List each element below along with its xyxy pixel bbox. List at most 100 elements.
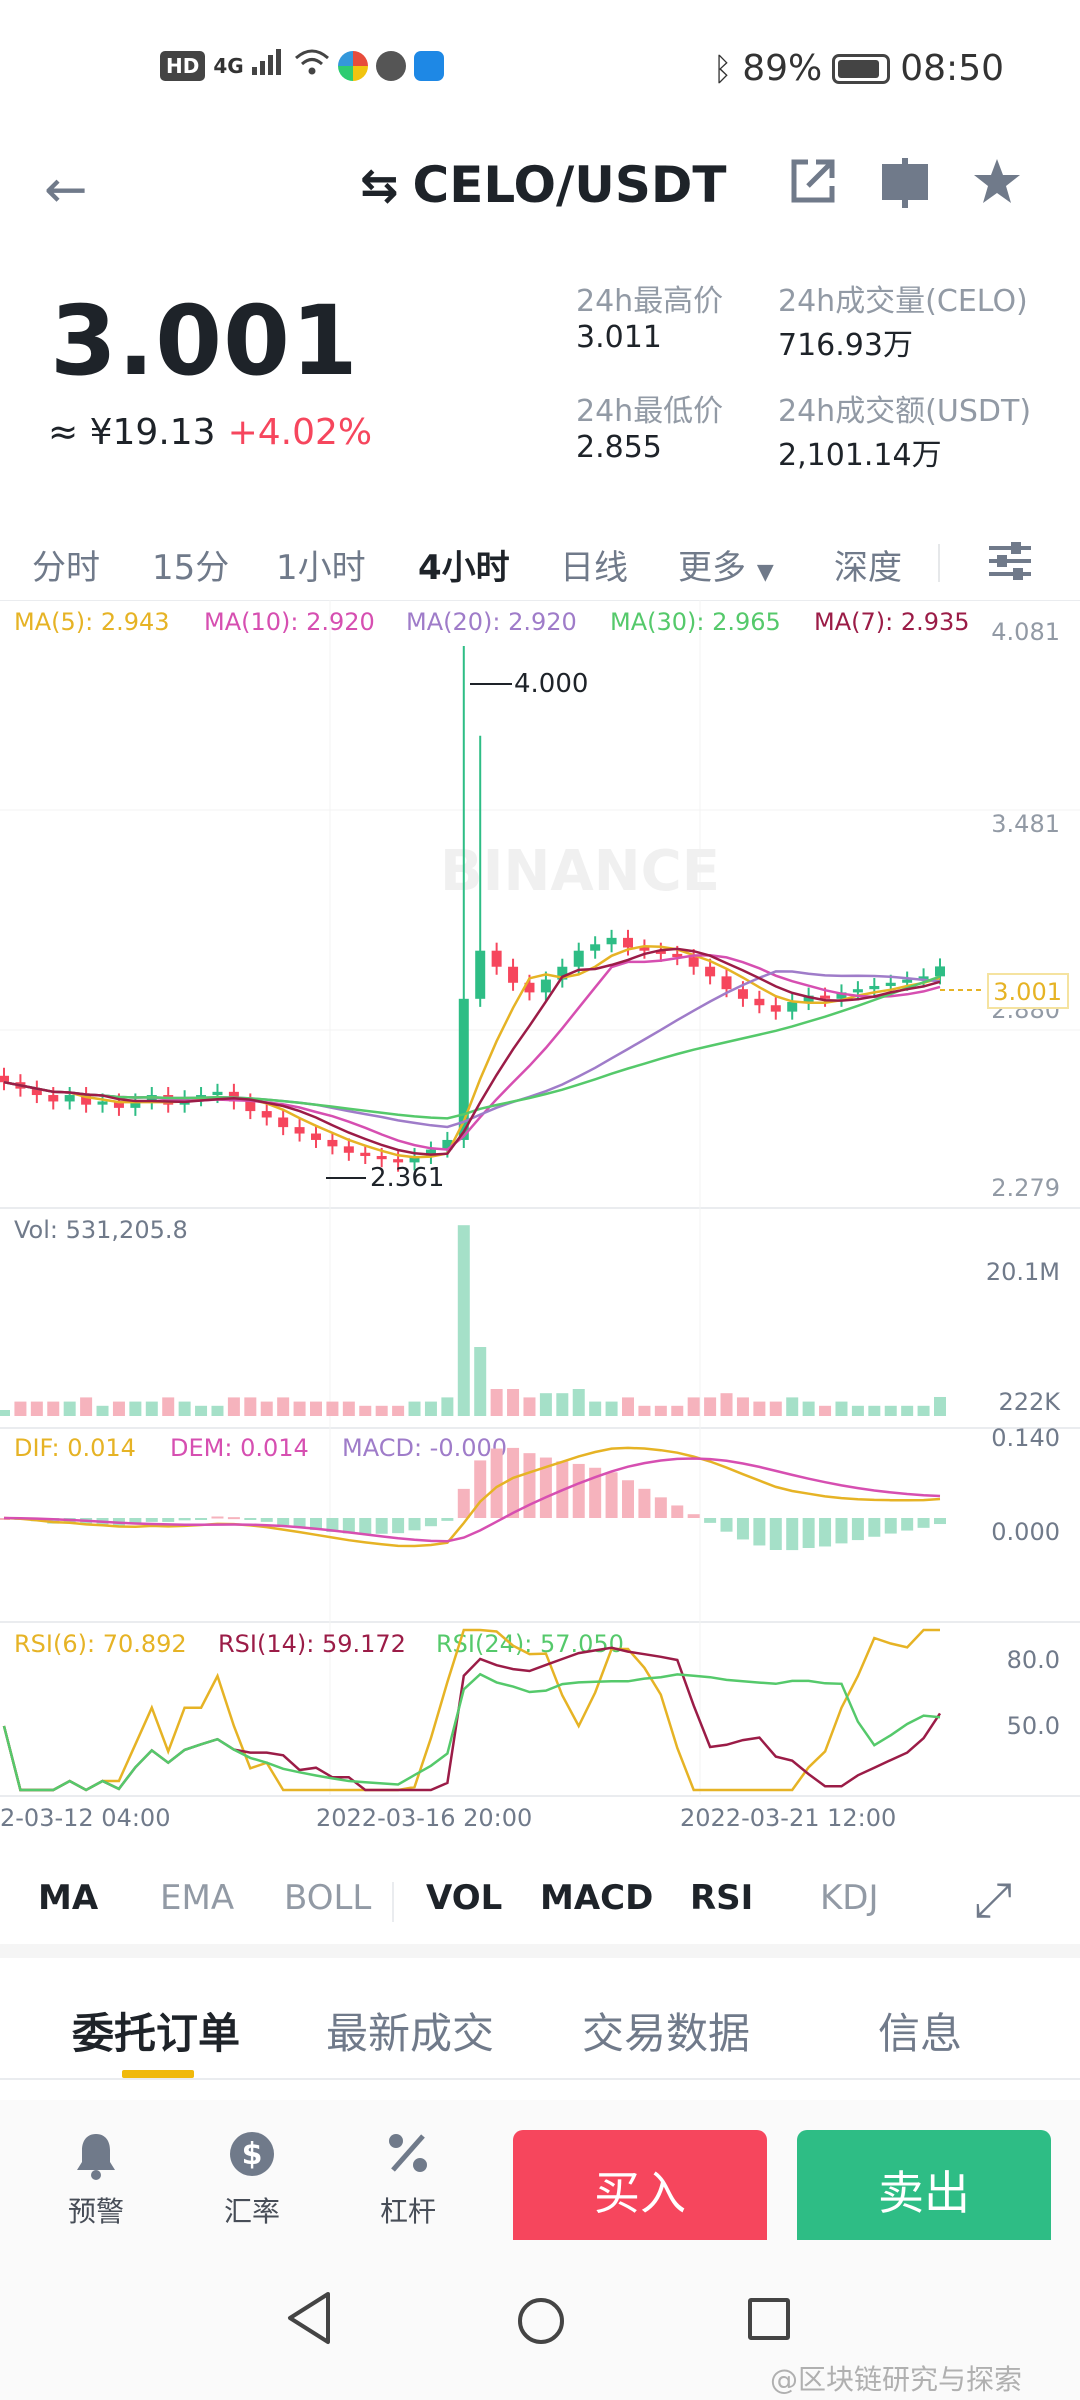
indicator-ma[interactable]: MA <box>38 1878 98 1918</box>
macd-bar <box>622 1480 634 1518</box>
nav-back-icon[interactable] <box>284 2290 334 2346</box>
indicator-rsi[interactable]: RSI <box>690 1878 753 1918</box>
share-icon[interactable] <box>788 156 838 219</box>
indicator-kdj[interactable]: KDJ <box>820 1878 879 1918</box>
nav-home-icon[interactable] <box>518 2298 564 2344</box>
section-divider <box>0 1944 1080 1958</box>
candle-body <box>311 1133 321 1140</box>
app-icon-1 <box>337 50 368 81</box>
buy-button[interactable]: 买入 <box>513 2130 767 2250</box>
detail-tabs: 委托订单 最新成交 交易数据 信息 <box>0 1960 1080 2080</box>
candle-body <box>623 937 633 948</box>
volume-bar <box>753 1401 766 1416</box>
app-icon-2 <box>375 50 406 81</box>
high-value: 3.011 <box>576 320 662 355</box>
tab-depth[interactable]: 深度 <box>834 540 902 589</box>
volume-bar <box>490 1389 503 1416</box>
volume-bar <box>769 1401 782 1416</box>
rate-button[interactable]: $ 汇率 <box>192 2130 312 2230</box>
time-axis-label: 2022-03-21 12:00 <box>680 1804 896 1832</box>
tab-1d[interactable]: 日线 <box>560 540 628 589</box>
volume-bar <box>786 1397 799 1416</box>
sell-button[interactable]: 卖出 <box>797 2130 1051 2250</box>
ma5-label: MA(5): 2.943 <box>14 608 170 636</box>
macd-bar <box>884 1518 897 1534</box>
battery-percent: 89% <box>742 48 823 89</box>
volume-bar <box>589 1401 602 1416</box>
macd-bar <box>178 1518 191 1521</box>
macd-bar <box>507 1447 520 1518</box>
sliders-icon[interactable] <box>985 536 1035 586</box>
macd-bar <box>211 1516 224 1519</box>
tab-more[interactable]: 更多 ▼ <box>678 540 774 589</box>
macd-bar <box>244 1518 257 1520</box>
chart-grid <box>0 600 1080 1797</box>
macd-bar <box>704 1518 717 1523</box>
arrow-left-icon[interactable]: ← <box>44 160 88 220</box>
ma7-line <box>3 947 941 1156</box>
rsi6-label: RSI(6): 70.892 <box>14 1630 187 1658</box>
macd-bar <box>227 1517 240 1520</box>
volume-bar <box>901 1405 914 1416</box>
macd-bar <box>868 1518 881 1537</box>
tab-open-orders[interactable]: 委托订单 <box>72 2000 240 2061</box>
star-icon[interactable] <box>972 156 1022 219</box>
network-label: 4G <box>213 53 244 78</box>
tab-info[interactable]: 信息 <box>878 2000 962 2061</box>
indicator-macd[interactable]: MACD <box>540 1878 653 1918</box>
candle-body <box>294 1127 305 1134</box>
volume-bar <box>802 1401 815 1416</box>
amount-label: 24h成交额(USDT) <box>778 394 1032 429</box>
candle-body <box>376 1155 387 1160</box>
hd-badge: HD <box>160 50 206 81</box>
alert-label: 预警 <box>67 2195 124 2228</box>
macd-bar <box>457 1488 470 1518</box>
tab-time-share[interactable]: 分时 <box>32 540 100 589</box>
volume-bar <box>523 1397 536 1416</box>
volume-bar <box>408 1401 421 1416</box>
tab-latest-trades[interactable]: 最新成交 <box>326 2000 494 2061</box>
header: ← ⇆ CELO/USDT <box>0 140 1080 240</box>
macd-bar <box>572 1463 585 1518</box>
volume-bar <box>277 1397 290 1416</box>
candle-body <box>869 985 880 990</box>
macd-bar <box>638 1488 651 1518</box>
volume-axis-label: 20.1M <box>986 1258 1060 1286</box>
tab-more-label: 更多 <box>678 548 746 588</box>
macd-bar <box>424 1518 437 1527</box>
volume-bar <box>736 1397 749 1416</box>
dollar-icon: $ <box>192 2130 312 2186</box>
percent-icon <box>348 2130 468 2186</box>
volume-bar <box>605 1401 618 1416</box>
indicator-boll[interactable]: BOLL <box>284 1878 371 1918</box>
clock: 08:50 <box>900 48 1004 89</box>
nav-recent-icon[interactable] <box>748 2298 790 2340</box>
tab-1h[interactable]: 1小时 <box>276 540 366 589</box>
tab-trading-data[interactable]: 交易数据 <box>582 2000 750 2061</box>
volume-bar <box>145 1401 158 1416</box>
leverage-button[interactable]: 杠杆 <box>348 2130 468 2230</box>
macd-bar <box>802 1518 815 1549</box>
volume-bar <box>539 1393 552 1416</box>
kline-chart[interactable]: BINANCE MA(5): 2.943 MA(10): 2.920 MA(20… <box>0 600 1080 1840</box>
high-label: 24h最高价 <box>576 284 724 319</box>
alert-button[interactable]: 预警 <box>36 2130 156 2230</box>
candle-body <box>245 1101 256 1112</box>
macd-axis-label: 0.000 <box>991 1518 1060 1546</box>
volume-bar <box>917 1405 930 1416</box>
candle-body <box>935 966 945 977</box>
candle-body <box>590 944 601 951</box>
tab-15m[interactable]: 15分 <box>152 540 229 589</box>
macd-bar <box>359 1518 372 1534</box>
pair-selector[interactable]: ⇆ CELO/USDT <box>360 156 726 214</box>
indicator-ema[interactable]: EMA <box>160 1878 234 1918</box>
volume-bar <box>326 1401 339 1416</box>
indicator-vol[interactable]: VOL <box>426 1878 502 1918</box>
split-view-icon[interactable] <box>880 156 930 223</box>
low-label: 24h最低价 <box>576 394 724 429</box>
volume-bar <box>310 1401 322 1416</box>
svg-text:$: $ <box>242 2137 263 2172</box>
tab-4h[interactable]: 4小时 <box>418 540 510 589</box>
expand-icon[interactable]: ⤢ <box>974 1872 1012 1929</box>
volume-bar <box>162 1397 175 1416</box>
